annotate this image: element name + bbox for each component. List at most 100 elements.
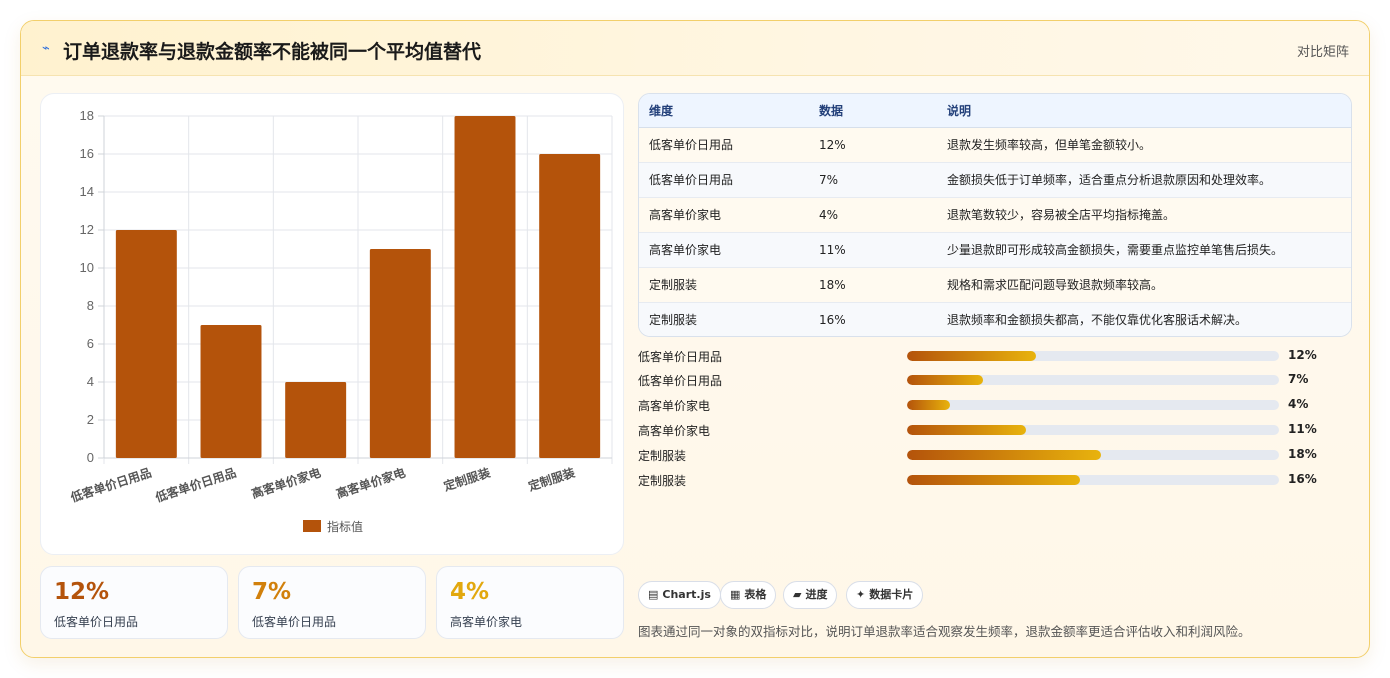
x-tick-label: 定制服装: [526, 465, 576, 494]
cell-value: 12%: [809, 127, 937, 163]
cell-dimension: 定制服装: [649, 313, 698, 328]
cell-dimension: 定制服装: [639, 267, 809, 303]
legend-label: 指标值: [327, 519, 363, 534]
cell-dimension: 低客单价日用品: [639, 162, 809, 198]
y-tick-label: 10: [80, 260, 94, 275]
x-tick-label: 低客单价日用品: [68, 465, 153, 506]
chip-label: 进度: [805, 588, 828, 601]
progress-label: 定制服装: [638, 449, 687, 463]
cell-value: 18%: [809, 267, 937, 303]
bar: [285, 382, 347, 458]
x-tick-label: 定制服装: [442, 465, 492, 494]
progress-label: 低客单价日用品: [638, 374, 723, 388]
bar: [115, 230, 177, 458]
stat-value: 4%: [450, 579, 490, 605]
progress-fill: [907, 400, 951, 410]
progress-track: [907, 450, 1279, 460]
cell-value: 16%: [819, 312, 846, 327]
cell-note: 退款发生频率较高，但单笔金额较小。: [937, 127, 1351, 163]
y-tick-label: 16: [80, 146, 94, 161]
stat-value: 12%: [54, 579, 110, 605]
page-title: 订单退款率与退款金额率不能被同一个平均值替代: [63, 41, 482, 63]
progress-value: 4%: [1288, 397, 1309, 411]
progress-track: [907, 400, 1279, 410]
column-header: 维度: [639, 94, 809, 128]
table-row: 高客单价家电 4% 退款笔数较少，容易被全店平均指标掩盖。: [639, 197, 1351, 233]
table-row: 低客单价日用品 7% 金额损失低于订单频率，适合重点分析退款原因和处理效率。: [639, 162, 1351, 198]
stat-card-2: 7% 低客单价日用品: [238, 566, 426, 639]
bar: [200, 325, 262, 458]
chip-label: Chart.js: [662, 588, 711, 601]
progress-track: [907, 475, 1279, 485]
cell-note: 退款频率和金额损失都高，不能仅靠优化客服话术解决。: [947, 313, 1248, 328]
progress-fill: [907, 450, 1102, 460]
stat-label: 低客单价日用品: [54, 615, 139, 629]
progress-value: 11%: [1288, 422, 1317, 436]
progress-row: 低客单价日用品 12%: [638, 346, 1352, 366]
table-row: 低客单价日用品 12% 退款发生频率较高，但单笔金额较小。: [639, 127, 1351, 163]
y-tick-label: 14: [80, 184, 94, 199]
stat-label: 高客单价家电: [450, 615, 523, 629]
chip-progress[interactable]: ▰ 进度: [783, 581, 838, 609]
progress-row: 低客单价日用品 7%: [638, 370, 1352, 390]
y-tick-label: 2: [87, 412, 94, 427]
chip-chartjs[interactable]: ▤ Chart.js: [638, 581, 721, 609]
chip-table[interactable]: ▦ 表格: [720, 581, 777, 609]
chip-label: 表格: [744, 588, 767, 601]
table-header-row: 维度 数据 说明: [639, 94, 1351, 128]
progress-label: 低客单价日用品: [638, 350, 723, 364]
stat-card-1: 12% 低客单价日用品: [40, 566, 228, 639]
y-tick-label: 18: [80, 108, 94, 123]
table-row: 定制服装 18% 规格和需求匹配问题导致退款频率较高。: [639, 267, 1351, 303]
cell-note: 金额损失低于订单频率，适合重点分析退款原因和处理效率。: [937, 162, 1351, 198]
comparison-card: ⌁ 订单退款率与退款金额率不能被同一个平均值替代 对比矩阵 0 2 4 6 8 10 12 1…: [20, 20, 1370, 658]
cell-note: 少量退款即可形成较高金额损失，需要重点监控单笔售后损失。: [937, 232, 1351, 268]
cell-value: 11%: [809, 232, 937, 268]
table-row: 高客单价家电 11% 少量退款即可形成较高金额损失，需要重点监控单笔售后损失。: [639, 232, 1351, 268]
stat-card-3: 4% 高客单价家电: [436, 566, 624, 639]
table-icon: ▦: [730, 588, 741, 601]
chip-data-cards[interactable]: ✦ 数据卡片: [846, 581, 924, 609]
data-table: 维度 数据 说明 低客单价日用品 12% 退款发生频率较高，但单笔金额较小。 低…: [638, 93, 1352, 337]
y-tick-label: 0: [87, 450, 94, 465]
progress-label: 高客单价家电: [638, 424, 711, 438]
x-tick-label: 低客单价日用品: [152, 465, 237, 506]
progress-label: 定制服装: [638, 474, 687, 488]
lightning-icon: ⌁: [42, 41, 50, 56]
progress-label: 高客单价家电: [638, 399, 711, 413]
progress-fill: [907, 351, 1037, 361]
card-header: ⌁ 订单退款率与退款金额率不能被同一个平均值替代 对比矩阵: [21, 21, 1369, 76]
progress-fill: [907, 375, 983, 385]
cell-value: 4%: [809, 197, 937, 233]
chart-footnote: 图表通过同一对象的双指标对比，说明订单退款率适合观察发生频率，退款金额率更适合评…: [638, 624, 1251, 639]
y-tick-label: 8: [87, 298, 94, 313]
bar: [369, 249, 431, 458]
column-header: 说明: [937, 94, 1351, 128]
sparkle-icon: ✦: [856, 588, 866, 601]
cell-note: 规格和需求匹配问题导致退款频率较高。: [937, 267, 1351, 303]
x-tick-label: 高客单价家电: [249, 465, 322, 502]
progress-value: 12%: [1288, 348, 1317, 362]
chip-label: 数据卡片: [869, 588, 914, 601]
x-tick-label: 高客单价家电: [334, 465, 407, 502]
progress-row: 定制服装 16%: [638, 470, 1352, 490]
progress-row: 高客单价家电 11%: [638, 420, 1352, 440]
cell-dimension: 低客单价日用品: [639, 127, 809, 163]
chart-icon: ▤: [648, 588, 659, 601]
y-tick-label: 6: [87, 336, 94, 351]
bar-chart: 024681012141618低客单价日用品 低客单价日用品 高客单价家电 高客单价家…: [68, 108, 613, 534]
y-tick-label: 4: [87, 374, 94, 389]
progress-fill: [907, 425, 1026, 435]
stat-label: 低客单价日用品: [252, 615, 337, 629]
cell-value: 7%: [809, 162, 937, 198]
progress-value: 16%: [1288, 472, 1317, 486]
stat-value: 7%: [252, 579, 292, 605]
progress-row: 定制服装 18%: [638, 445, 1352, 465]
progress-track: [907, 375, 1279, 385]
progress-icon: ▰: [793, 588, 802, 601]
progress-row: 高客单价家电 4%: [638, 395, 1352, 415]
table-row: 定制服装 16% 退款频率和金额损失都高，不能仅靠优化客服话术解决。: [639, 302, 1351, 336]
bar: [539, 154, 601, 458]
progress-value: 7%: [1288, 372, 1309, 386]
progress-track: [907, 351, 1279, 361]
